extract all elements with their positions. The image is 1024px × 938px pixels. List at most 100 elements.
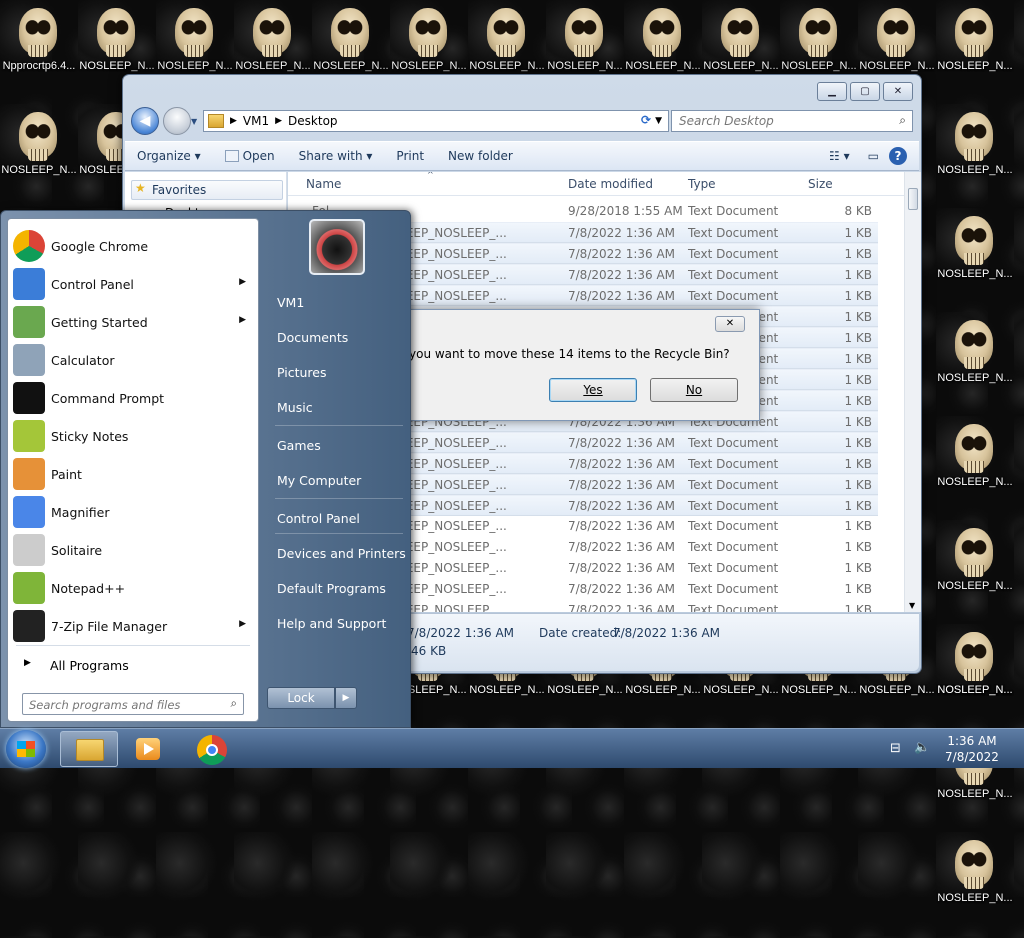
desktop-file-icon[interactable]: NOSLEEP_N... [936,418,1014,522]
taskbar-explorer[interactable] [60,731,118,767]
start-link-vm1[interactable]: VM1 [277,295,304,310]
desktop-file-icon[interactable]: NOSLEEP_N... [0,106,78,210]
clock[interactable]: 1:36 AM 7/8/2022 [940,733,1004,765]
recent-pages-chevron-icon[interactable]: ▼ [191,117,197,126]
open-button[interactable]: Open [213,149,287,163]
details-size: 46 KB [411,644,447,658]
desktop-file-label: NOSLEEP_N... [703,60,779,72]
user-picture[interactable] [309,219,365,275]
new-folder-button[interactable]: New folder [436,149,525,163]
search-icon[interactable]: ⌕ [231,696,237,711]
forward-button[interactable] [163,107,191,135]
program-notepad-[interactable]: Notepad++ [8,569,258,607]
vertical-scrollbar[interactable]: ▼ [904,172,921,612]
desktop-file-label: NOSLEEP_N... [313,60,389,72]
desktop-file-icon[interactable]: NOSLEEP_N... [936,106,1014,210]
search-icon[interactable]: ⌕ [899,113,906,128]
start-link-help-and-support[interactable]: Help and Support [277,616,386,631]
start-button[interactable] [6,730,46,768]
program-control-panel[interactable]: Control Panel ▶ [8,265,258,303]
start-link-default-programs[interactable]: Default Programs [277,581,386,596]
program-magnifier[interactable]: Magnifier [8,493,258,531]
organize-button[interactable]: Organize ▾ [125,149,213,163]
star-icon: ★ [135,181,146,195]
start-link-devices-and-printers[interactable]: Devices and Printers [277,546,406,561]
file-type: Text Document [688,540,779,554]
close-button[interactable]: ✕ [883,82,913,101]
desktop-file-icon[interactable]: NOSLEEP_N... [936,210,1014,314]
submenu-arrow-icon[interactable]: ▶ [239,315,246,325]
network-icon[interactable]: ⊟ [890,741,901,756]
start-link-pictures[interactable]: Pictures [277,365,327,380]
clock-date: 7/8/2022 [945,750,999,764]
start-link-my-computer[interactable]: My Computer [277,473,361,488]
skull-icon [955,632,993,681]
column-name[interactable]: Name [306,177,341,191]
desktop-file-label: NOSLEEP_N... [703,684,779,696]
scroll-down-icon[interactable]: ▼ [909,601,915,610]
yes-button[interactable]: Yes [549,378,637,402]
program-paint[interactable]: Paint [8,455,258,493]
start-link-music[interactable]: Music [277,400,313,415]
dialog-close-button[interactable]: ✕ [715,316,745,332]
back-button[interactable]: ◀ [131,107,159,135]
submenu-arrow-icon[interactable]: ▶ [239,619,246,629]
desktop-file-icon[interactable]: NOSLEEP_N... [936,522,1014,626]
file-size: 1 KB [844,499,872,513]
refresh-icon[interactable]: ⟳ [641,113,651,127]
column-date-modified[interactable]: Date modified [568,177,653,191]
minimize-button[interactable]: ▁ [817,82,847,101]
nav-favorites[interactable]: ★ Favorites [131,180,283,200]
file-size: 1 KB [844,540,872,554]
program-7-zip-file-manager[interactable]: 7-Zip File Manager ▶ [8,607,258,645]
taskbar-chrome[interactable] [182,731,240,767]
desktop-file-icon[interactable]: NOSLEEP_N... [936,314,1014,418]
preview-pane-icon[interactable]: ▭ [858,149,889,163]
all-programs[interactable]: ▶ All Programs [14,651,254,677]
print-button[interactable]: Print [384,149,436,163]
file-size: 1 KB [844,394,872,408]
file-type: Text Document [688,561,779,575]
start-search-input[interactable]: Search programs and files ⌕ [22,693,244,715]
desktop-file-icon[interactable]: NOSLEEP_N... [936,626,1014,730]
desktop-file-label: NOSLEEP_N... [937,788,1013,800]
program-solitaire[interactable]: Solitaire [8,531,258,569]
no-button[interactable]: No [650,378,738,402]
delete-confirmation-dialog: ✕ you want to move these 14 items to the… [382,309,760,421]
shutdown-options-icon[interactable]: ▶ [335,687,357,709]
address-bar[interactable]: ▶ VM1 ▶ Desktop ▼ [203,110,669,132]
column-size[interactable]: Size [808,177,833,191]
breadcrumb-vm1[interactable]: VM1 [243,114,269,128]
search-input[interactable]: Search Desktop ⌕ [671,110,913,132]
submenu-arrow-icon[interactable]: ▶ [239,277,246,287]
column-type[interactable]: Type [688,177,716,191]
search-placeholder: Search Desktop [679,114,774,128]
desktop-file-label: NOSLEEP_N... [469,60,545,72]
scrollbar-thumb[interactable] [908,188,918,210]
desktop-file-icon[interactable]: NOSLEEP_N... [936,2,1014,106]
program-command-prompt[interactable]: Command Prompt [8,379,258,417]
desktop-file-label: NOSLEEP_N... [781,60,857,72]
file-type: Text Document [688,247,779,261]
start-link-control-panel[interactable]: Control Panel [277,511,360,526]
file-size: 1 KB [844,436,872,450]
start-link-games[interactable]: Games [277,438,321,453]
maximize-button[interactable]: ▢ [850,82,880,101]
address-dropdown-icon[interactable]: ▼ [655,116,662,126]
desktop-file-icon[interactable]: NOSLEEP_N... [936,834,1014,938]
share-with-button[interactable]: Share with ▾ [287,149,385,163]
view-options-icon[interactable]: ☷ ▾ [821,149,858,163]
clock-time: 1:36 AM [947,734,997,748]
start-link-documents[interactable]: Documents [277,330,348,345]
taskbar-media-player[interactable] [120,731,178,767]
file-size: 1 KB [844,457,872,471]
volume-icon[interactable]: 🔈 [914,740,930,755]
desktop-file-icon[interactable]: Npprocrtp6.4... [0,2,78,106]
breadcrumb-desktop[interactable]: Desktop [288,114,338,128]
program-google-chrome[interactable]: Google Chrome [8,227,258,265]
lock-button[interactable]: Lock [267,687,335,709]
program-calculator[interactable]: Calculator [8,341,258,379]
program-sticky-notes[interactable]: Sticky Notes [8,417,258,455]
help-icon[interactable]: ? [889,147,907,165]
program-getting-started[interactable]: Getting Started ▶ [8,303,258,341]
